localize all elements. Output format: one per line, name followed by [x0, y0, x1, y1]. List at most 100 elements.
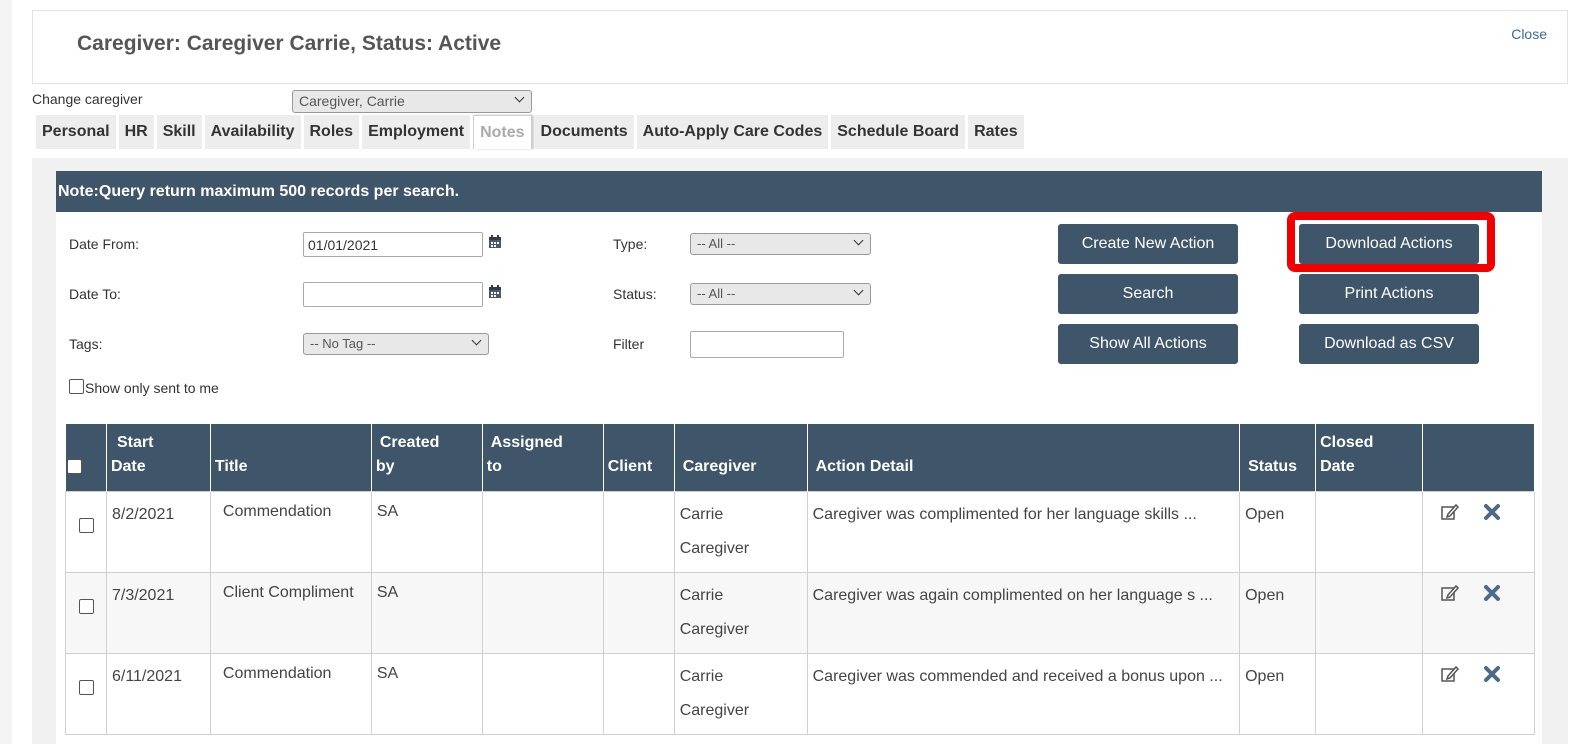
caregiver-header[interactable]: Caregiver: [674, 424, 808, 491]
tab-availability[interactable]: Availability: [204, 115, 301, 149]
edit-icon[interactable]: [1440, 502, 1460, 522]
tab-bar: Personal HR Skill Availability Roles Emp…: [36, 115, 1024, 149]
type-select[interactable]: -- All --: [690, 233, 871, 255]
tab-employment[interactable]: Employment: [362, 115, 471, 149]
caregiver-select-value: Caregiver, Carrie: [299, 93, 405, 109]
caregiver-cell: Carrie Caregiver: [673, 652, 808, 735]
highlight-annotation: [1287, 212, 1495, 272]
assigned-to-cell: [481, 490, 604, 573]
table-row[interactable]: 8/2/2021 Commendation SA Carrie Caregive…: [65, 490, 1536, 573]
show-only-sent-to-me-checkbox[interactable]: [69, 379, 84, 394]
search-button[interactable]: Search: [1058, 274, 1238, 314]
start-date-cell: 6/11/2021: [105, 652, 211, 735]
delete-icon[interactable]: [1482, 664, 1502, 684]
status-cell: Open: [1239, 490, 1317, 573]
close-link[interactable]: Close: [1511, 26, 1547, 42]
calendar-icon[interactable]: [488, 285, 502, 299]
row-checkbox-cell: [65, 652, 107, 735]
filter-label: Filter: [613, 336, 645, 352]
row-checkbox[interactable]: [79, 679, 94, 695]
row-checkbox[interactable]: [79, 598, 94, 614]
created-by-cell: SA: [370, 571, 483, 654]
row-checkbox-cell: [65, 490, 107, 573]
client-header[interactable]: Client: [603, 424, 675, 491]
delete-icon[interactable]: [1482, 583, 1502, 603]
tab-notes[interactable]: Notes: [473, 115, 532, 149]
row-checkbox-cell: [65, 571, 107, 654]
created-by-cell: SA: [370, 490, 483, 573]
status-select[interactable]: -- All --: [690, 283, 871, 305]
date-from-label: Date From:: [69, 236, 140, 252]
chevron-down-icon: [514, 92, 525, 103]
chevron-down-icon: [853, 285, 864, 296]
assigned-to-header[interactable]: Assigned to: [482, 424, 604, 491]
client-cell: [602, 490, 675, 573]
actions-table: Start Date Title Created by Assigned to Cli…: [65, 424, 1536, 735]
action-detail-header[interactable]: Action Detail: [807, 424, 1241, 491]
chevron-down-icon: [853, 235, 864, 246]
created-by-header[interactable]: Created by: [371, 424, 483, 491]
title-header[interactable]: Title: [210, 424, 372, 491]
table-row[interactable]: 6/11/2021 Commendation SA Carrie Caregiv…: [65, 652, 1536, 735]
row-actions-header: [1422, 424, 1536, 491]
type-label: Type:: [613, 236, 648, 252]
change-caregiver-label: Change caregiver: [32, 91, 143, 107]
closed-date-cell: [1315, 571, 1423, 654]
caregiver-cell: Carrie Caregiver: [673, 571, 808, 654]
start-date-cell: 7/3/2021: [105, 571, 211, 654]
date-to-label: Date To:: [69, 286, 121, 302]
start-date-cell: 8/2/2021: [105, 490, 211, 573]
download-csv-button[interactable]: Download as CSV: [1299, 324, 1479, 364]
edit-icon[interactable]: [1440, 583, 1460, 603]
row-checkbox[interactable]: [79, 517, 94, 533]
tags-label: Tags:: [69, 336, 103, 352]
calendar-icon[interactable]: [488, 235, 502, 249]
edit-icon[interactable]: [1440, 664, 1460, 684]
date-from-input[interactable]: [303, 232, 483, 257]
row-actions-cell: [1421, 571, 1536, 654]
action-detail-cell: Caregiver was again complimented on her …: [806, 571, 1241, 654]
tab-schedule-board[interactable]: Schedule Board: [831, 115, 966, 149]
action-detail-cell: Caregiver was complimented for her langu…: [806, 490, 1241, 573]
assigned-to-cell: [481, 571, 604, 654]
row-actions-cell: [1421, 652, 1536, 735]
tab-roles[interactable]: Roles: [303, 115, 360, 149]
closed-date-header[interactable]: Closed Date: [1315, 424, 1423, 491]
page: Caregiver: Caregiver Carrie, Status: Act…: [0, 0, 1569, 744]
status-cell: Open: [1239, 571, 1317, 654]
closed-date-cell: [1315, 490, 1423, 573]
tab-documents[interactable]: Documents: [534, 115, 634, 149]
left-margin: [0, 0, 12, 744]
tab-personal[interactable]: Personal: [36, 115, 116, 149]
tab-auto-apply-care-codes[interactable]: Auto-Apply Care Codes: [636, 115, 829, 149]
tags-select[interactable]: -- No Tag --: [303, 333, 489, 355]
chevron-down-icon: [471, 335, 482, 346]
table-row[interactable]: 7/3/2021 Client Compliment SA Carrie Car…: [65, 571, 1536, 654]
closed-date-cell: [1315, 652, 1423, 735]
delete-icon[interactable]: [1482, 502, 1502, 522]
create-new-action-button[interactable]: Create New Action: [1058, 224, 1238, 264]
status-cell: Open: [1239, 652, 1317, 735]
print-actions-button[interactable]: Print Actions: [1299, 274, 1479, 314]
page-title: Caregiver: Caregiver Carrie, Status: Act…: [77, 32, 502, 55]
tab-rates[interactable]: Rates: [968, 115, 1024, 149]
show-all-actions-button[interactable]: Show All Actions: [1058, 324, 1238, 364]
query-note-bar: Note:Query return maximum 500 records pe…: [56, 171, 1542, 212]
title-cell: Client Compliment: [209, 571, 372, 654]
tab-skill[interactable]: Skill: [156, 115, 202, 149]
created-by-cell: SA: [370, 652, 483, 735]
client-cell: [602, 571, 675, 654]
filter-input[interactable]: [690, 331, 844, 358]
header-panel: Caregiver: Caregiver Carrie, Status: Act…: [32, 10, 1568, 84]
start-date-header[interactable]: Start Date: [106, 424, 211, 491]
select-all-checkbox[interactable]: [66, 458, 82, 474]
client-cell: [602, 652, 675, 735]
status-header[interactable]: Status: [1239, 424, 1317, 491]
caregiver-cell: Carrie Caregiver: [673, 490, 808, 573]
table-header-row: Start Date Title Created by Assigned to Cli…: [65, 424, 1536, 491]
caregiver-select[interactable]: Caregiver, Carrie: [292, 90, 532, 113]
type-select-value: -- All --: [697, 236, 736, 251]
tab-hr[interactable]: HR: [118, 115, 154, 149]
date-to-input[interactable]: [303, 282, 483, 307]
status-select-value: -- All --: [697, 286, 736, 301]
